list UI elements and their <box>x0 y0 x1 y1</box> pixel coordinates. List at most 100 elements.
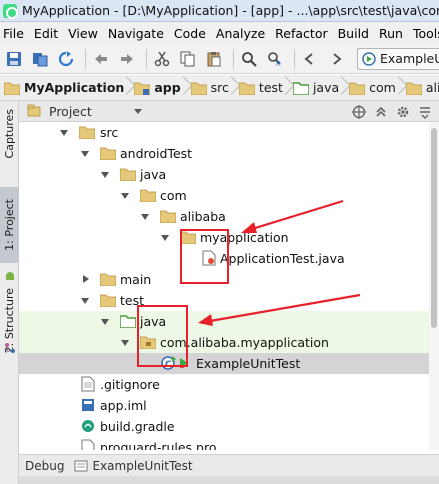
tree-label: build.gradle <box>100 419 175 434</box>
paste-icon[interactable] <box>203 48 225 70</box>
view-dropdown-icon[interactable] <box>133 108 142 114</box>
gear-icon[interactable] <box>394 103 411 120</box>
menu-view[interactable]: View <box>63 26 103 41</box>
tree-label: ExampleUnitTest <box>196 356 301 371</box>
back-arrow-icon[interactable] <box>90 48 112 70</box>
expand-arrow-icon[interactable] <box>101 319 109 325</box>
tree-row-src[interactable]: src <box>19 122 429 143</box>
forward-arrow-icon[interactable] <box>116 48 138 70</box>
panel-actions <box>345 103 433 120</box>
tree-row-proguard[interactable]: proguard-rules.pro <box>19 437 429 450</box>
tree-label: main <box>120 272 152 287</box>
folder-icon <box>140 189 156 202</box>
test-source-folder-icon <box>120 315 136 328</box>
expand-arrow-icon[interactable] <box>83 275 89 283</box>
breadcrumb-item-src[interactable]: src <box>190 75 235 100</box>
tree-row-exampleunittest[interactable]: C ExampleUnitTest <box>19 353 429 374</box>
project-tree: src androidTest java com alibaba myappli… <box>19 122 429 450</box>
run-configuration-icon <box>74 460 88 471</box>
tree-scrollbar[interactable] <box>429 122 439 450</box>
folder-icon <box>100 147 116 160</box>
tree-row-test-package[interactable]: com.alibaba.myapplication <box>19 332 429 353</box>
tree-row-androidtest[interactable]: androidTest <box>19 143 429 164</box>
bottom-panel-edge <box>19 476 439 484</box>
expand-arrow-icon[interactable] <box>81 151 89 157</box>
menu-build[interactable]: Build <box>333 26 374 41</box>
hide-panel-icon[interactable] <box>416 103 433 120</box>
breadcrumb-label: MyApplication <box>24 80 125 95</box>
side-tab-project[interactable]: 1: Project <box>0 187 19 263</box>
menu-analyze[interactable]: Analyze <box>211 26 270 41</box>
tree-row-app-iml[interactable]: app.iml <box>19 395 429 416</box>
tree-label: app.iml <box>100 398 147 413</box>
expand-arrow-icon[interactable] <box>121 340 129 346</box>
tree-row-androidtest-java[interactable]: java <box>19 164 429 185</box>
folder-icon <box>79 126 95 139</box>
breadcrumb-label: app <box>154 80 181 95</box>
menu-code[interactable]: Code <box>169 26 211 41</box>
breadcrumb-label: java <box>312 80 340 95</box>
breadcrumb-item-java[interactable]: java <box>292 75 345 100</box>
tree-label: androidTest <box>120 146 193 161</box>
tree-row-test-java[interactable]: java <box>19 311 429 332</box>
window-title-bar: MyApplication - [D:\MyApplication] - [ap… <box>0 0 439 22</box>
side-tab-label: Captures <box>3 109 16 159</box>
expand-arrow-icon[interactable] <box>141 214 149 220</box>
side-tab-label: 1: Project <box>3 199 16 251</box>
menu-tools[interactable]: Tools <box>408 26 439 41</box>
breadcrumb-label: com <box>369 80 396 95</box>
breadcrumb-item-com[interactable]: com <box>349 75 402 100</box>
breadcrumb-item-alibaba[interactable]: aliba <box>405 75 439 100</box>
menu-bar: File Edit View Navigate Code Analyze Ref… <box>0 22 439 44</box>
save-all-icon[interactable] <box>3 48 25 70</box>
tree-label: com <box>160 188 187 203</box>
side-tab-captures[interactable]: Captures <box>0 105 19 163</box>
text-file-icon <box>81 439 95 450</box>
tree-label: alibaba <box>180 209 226 224</box>
folder-icon <box>238 82 255 95</box>
folder-icon <box>160 210 176 223</box>
menu-run[interactable]: Run <box>374 26 408 41</box>
back-nav-icon[interactable] <box>299 48 321 70</box>
tree-row-test[interactable]: test <box>19 290 429 311</box>
project-panel-header: Project <box>19 101 439 122</box>
android-icon <box>0 269 19 283</box>
tree-row-gitignore[interactable]: .gitignore <box>19 374 429 395</box>
tree-row-build-gradle[interactable]: build.gradle <box>19 416 429 437</box>
menu-file[interactable]: File <box>0 26 29 41</box>
tree-row-alibaba[interactable]: alibaba <box>19 206 429 227</box>
main-toolbar: R ExampleU <box>0 44 439 74</box>
debug-label: Debug <box>25 458 65 473</box>
expand-arrow-icon[interactable] <box>121 193 129 199</box>
menu-refactor[interactable]: Refactor <box>270 26 332 41</box>
scroll-to-source-icon[interactable] <box>350 103 367 120</box>
scrollbar-thumb[interactable] <box>431 128 437 328</box>
breadcrumb-item-project[interactable]: MyApplication <box>4 75 130 100</box>
collapse-all-icon[interactable] <box>372 103 389 120</box>
tree-row-com[interactable]: com <box>19 185 429 206</box>
run-configuration-selector[interactable]: ExampleU <box>357 47 439 70</box>
menu-navigate[interactable]: Navigate <box>103 26 169 41</box>
gradle-file-icon <box>82 420 94 432</box>
breadcrumb-item-test[interactable]: test <box>238 75 289 100</box>
debug-tab-exampleunittest[interactable]: ExampleUnitTest <box>74 459 193 473</box>
sync-icon[interactable] <box>29 48 51 70</box>
module-folder-icon <box>134 82 151 95</box>
expand-arrow-icon[interactable] <box>161 235 169 241</box>
tool-window-strip: Captures 1: Project 2: Structure <box>0 101 19 484</box>
find-icon[interactable] <box>238 48 260 70</box>
copy-icon[interactable] <box>177 48 199 70</box>
folder-icon <box>4 82 20 95</box>
annotation-box-androidtest <box>180 229 229 284</box>
navigation-breadcrumb: MyApplication app src test java com alib… <box>0 75 439 101</box>
expand-arrow-icon[interactable] <box>81 298 89 304</box>
breadcrumb-item-app[interactable]: app <box>134 75 186 100</box>
expand-arrow-icon[interactable] <box>101 172 109 178</box>
forward-nav-icon[interactable] <box>325 48 347 70</box>
structure-icon <box>0 341 19 355</box>
refresh-icon[interactable] <box>55 48 77 70</box>
expand-arrow-icon[interactable] <box>60 130 68 136</box>
menu-edit[interactable]: Edit <box>29 26 63 41</box>
replace-icon[interactable]: R <box>264 48 286 70</box>
cut-icon[interactable] <box>151 48 173 70</box>
